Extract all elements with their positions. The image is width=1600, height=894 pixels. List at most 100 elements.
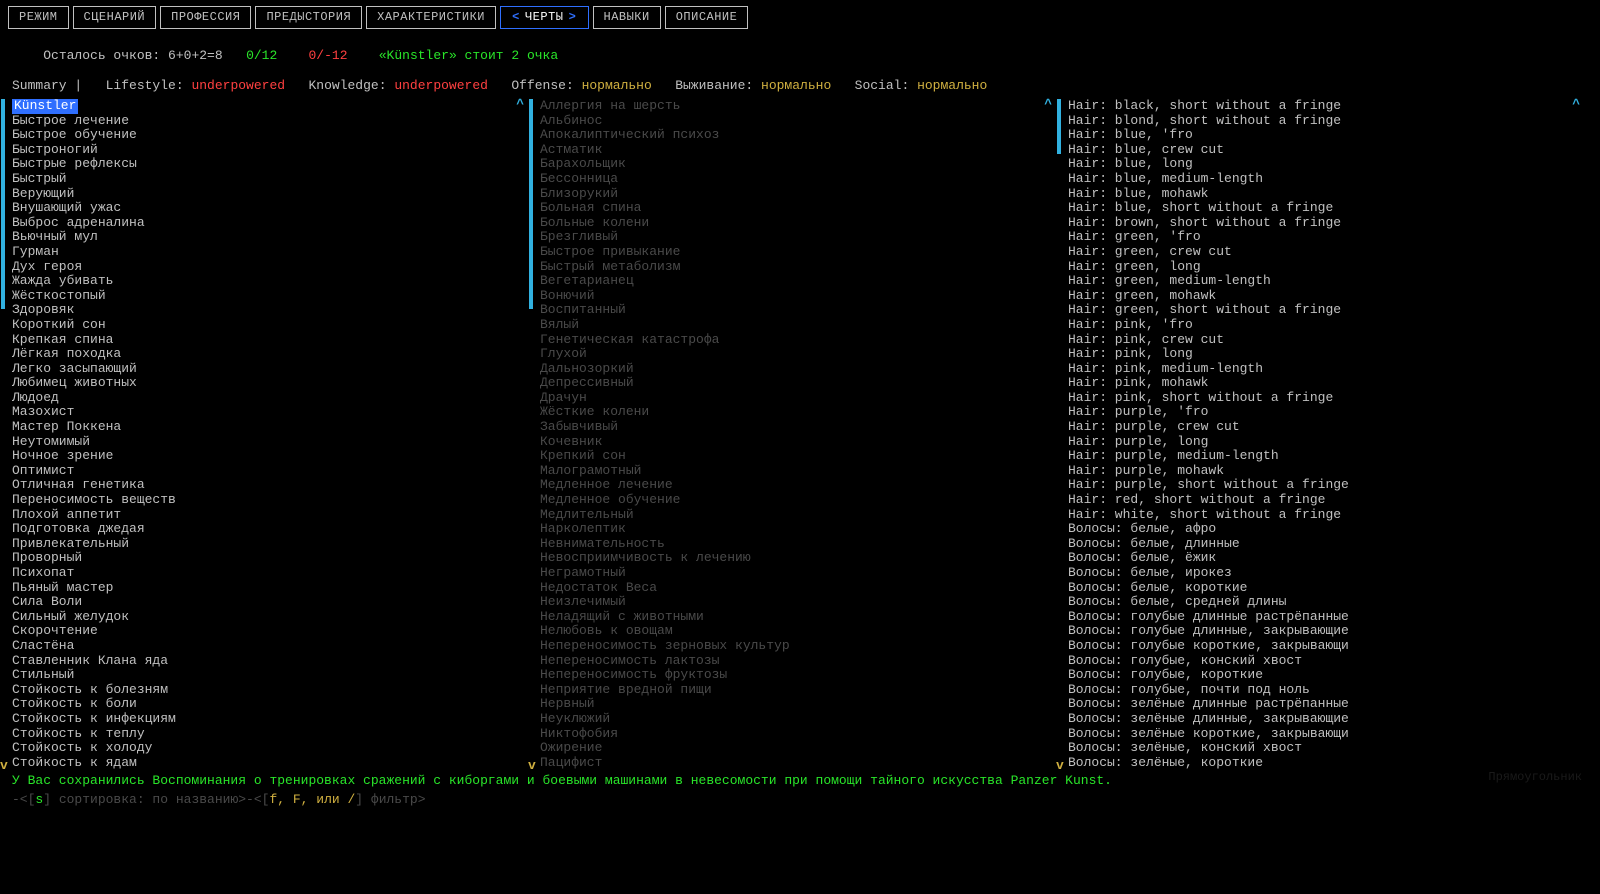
- list-item[interactable]: Hair: black, short without a fringe: [1068, 99, 1584, 114]
- scrollbar-positive[interactable]: [1, 99, 5, 771]
- list-item[interactable]: Künstler: [12, 99, 78, 114]
- list-item[interactable]: Бессонница: [540, 172, 1056, 187]
- list-item[interactable]: Быстрый метаболизм: [540, 260, 1056, 275]
- list-item[interactable]: Волосы: голубые длинные растрёпанные: [1068, 610, 1584, 625]
- tab-описание[interactable]: ОПИСАНИЕ: [665, 6, 749, 29]
- list-item[interactable]: Hair: pink, medium-length: [1068, 362, 1584, 377]
- scrollbar-cosmetic[interactable]: [1057, 99, 1061, 771]
- list-item[interactable]: Пьяный мастер: [12, 581, 528, 596]
- list-item[interactable]: Привлекательный: [12, 537, 528, 552]
- list-item[interactable]: Hair: blond, short without a fringe: [1068, 114, 1584, 129]
- list-item[interactable]: Ожирение: [540, 741, 1056, 756]
- list-item[interactable]: Сластёна: [12, 639, 528, 654]
- list-item[interactable]: Быстроногий: [12, 143, 528, 158]
- list-item[interactable]: Скорочтение: [12, 624, 528, 639]
- list-item[interactable]: Hair: brown, short without a fringe: [1068, 216, 1584, 231]
- list-item[interactable]: Дух героя: [12, 260, 528, 275]
- list-item[interactable]: Неизлечимый: [540, 595, 1056, 610]
- list-item[interactable]: Hair: pink, mohawk: [1068, 376, 1584, 391]
- list-item[interactable]: Глухой: [540, 347, 1056, 362]
- list-item[interactable]: Стойкость к боли: [12, 697, 528, 712]
- list-item[interactable]: Hair: blue, medium-length: [1068, 172, 1584, 187]
- list-item[interactable]: Hair: pink, crew cut: [1068, 333, 1584, 348]
- list-item[interactable]: Отличная генетика: [12, 478, 528, 493]
- list-item[interactable]: Невнимательность: [540, 537, 1056, 552]
- list-item[interactable]: Недостаток Веса: [540, 581, 1056, 596]
- tab-режим[interactable]: РЕЖИМ: [8, 6, 69, 29]
- list-item[interactable]: Волосы: зелёные короткие, закрывающи: [1068, 727, 1584, 742]
- list-item[interactable]: Неуклюжий: [540, 712, 1056, 727]
- list-item[interactable]: Hair: purple, 'fro: [1068, 405, 1584, 420]
- list-item[interactable]: Быстрое обучение: [12, 128, 528, 143]
- list-item[interactable]: Альбинос: [540, 114, 1056, 129]
- list-item[interactable]: Психопат: [12, 566, 528, 581]
- list-item[interactable]: Неграмотный: [540, 566, 1056, 581]
- scroll-down-icon[interactable]: v: [1056, 758, 1064, 773]
- list-item[interactable]: Hair: purple, crew cut: [1068, 420, 1584, 435]
- list-item[interactable]: Аллергия на шерсть: [540, 99, 1056, 114]
- list-item[interactable]: Неладящий с животными: [540, 610, 1056, 625]
- list-item[interactable]: Драчун: [540, 391, 1056, 406]
- list-item[interactable]: Волосы: зелёные длинные растрёпанные: [1068, 697, 1584, 712]
- list-item[interactable]: Hair: white, short without a fringe: [1068, 508, 1584, 523]
- tab-сценарий[interactable]: СЦЕНАРИЙ: [73, 6, 157, 29]
- list-item[interactable]: Волосы: белые, короткие: [1068, 581, 1584, 596]
- list-item[interactable]: Волосы: белые, длинные: [1068, 537, 1584, 552]
- list-item[interactable]: Волосы: зелёные, конский хвост: [1068, 741, 1584, 756]
- list-item[interactable]: Больная спина: [540, 201, 1056, 216]
- list-item[interactable]: Астматик: [540, 143, 1056, 158]
- list-item[interactable]: Стойкость к болезням: [12, 683, 528, 698]
- list-item[interactable]: Оптимист: [12, 464, 528, 479]
- list-item[interactable]: Верующий: [12, 187, 528, 202]
- list-item[interactable]: Hair: green, crew cut: [1068, 245, 1584, 260]
- list-item[interactable]: Больные колени: [540, 216, 1056, 231]
- scroll-up-icon[interactable]: ^: [516, 97, 524, 112]
- list-item[interactable]: Воспитанный: [540, 303, 1056, 318]
- list-item[interactable]: Малограмотный: [540, 464, 1056, 479]
- list-item[interactable]: Крепкая спина: [12, 333, 528, 348]
- list-item[interactable]: Hair: pink, long: [1068, 347, 1584, 362]
- list-item[interactable]: Hair: green, long: [1068, 260, 1584, 275]
- list-item[interactable]: Быстрый: [12, 172, 528, 187]
- list-item[interactable]: Hair: green, 'fro: [1068, 230, 1584, 245]
- list-item[interactable]: Близорукий: [540, 187, 1056, 202]
- list-item[interactable]: Стойкость к теплу: [12, 727, 528, 742]
- scroll-down-icon[interactable]: v: [528, 758, 536, 773]
- list-item[interactable]: Выброс адреналина: [12, 216, 528, 231]
- list-item[interactable]: Стойкость к инфекциям: [12, 712, 528, 727]
- list-item[interactable]: Hair: purple, long: [1068, 435, 1584, 450]
- list-item[interactable]: Hair: blue, short without a fringe: [1068, 201, 1584, 216]
- list-item[interactable]: Hair: pink, 'fro: [1068, 318, 1584, 333]
- list-item[interactable]: Волосы: белые, ирокез: [1068, 566, 1584, 581]
- list-item[interactable]: Лёгкая походка: [12, 347, 528, 362]
- list-item[interactable]: Кочевник: [540, 435, 1056, 450]
- list-item[interactable]: Любимец животных: [12, 376, 528, 391]
- chevron-right-icon[interactable]: >: [568, 10, 578, 24]
- list-item[interactable]: Сила Воли: [12, 595, 528, 610]
- list-item[interactable]: Крепкий сон: [540, 449, 1056, 464]
- list-item[interactable]: Дальнозоркий: [540, 362, 1056, 377]
- list-item[interactable]: Генетическая катастрофа: [540, 333, 1056, 348]
- list-item[interactable]: Подготовка джедая: [12, 522, 528, 537]
- list-item[interactable]: Ночное зрение: [12, 449, 528, 464]
- list-item[interactable]: Медлительный: [540, 508, 1056, 523]
- list-item[interactable]: Неприятие вредной пищи: [540, 683, 1056, 698]
- tab-предыстория[interactable]: ПРЕДЫСТОРИЯ: [255, 6, 362, 29]
- list-item[interactable]: Hair: green, medium-length: [1068, 274, 1584, 289]
- list-item[interactable]: Hair: red, short without a fringe: [1068, 493, 1584, 508]
- tab-характеристики[interactable]: ХАРАКТЕРИСТИКИ: [366, 6, 496, 29]
- list-item[interactable]: Гурман: [12, 245, 528, 260]
- list-item[interactable]: Волосы: зелёные, короткие: [1068, 756, 1584, 771]
- list-item[interactable]: Вялый: [540, 318, 1056, 333]
- list-item[interactable]: Быстрое привыкание: [540, 245, 1056, 260]
- list-item[interactable]: Hair: green, mohawk: [1068, 289, 1584, 304]
- tab-профессия[interactable]: ПРОФЕССИЯ: [160, 6, 251, 29]
- list-item[interactable]: Медленное лечение: [540, 478, 1056, 493]
- list-item[interactable]: Непереносимость зерновых культур: [540, 639, 1056, 654]
- list-item[interactable]: Вьючный мул: [12, 230, 528, 245]
- list-item[interactable]: Волосы: голубые, конский хвост: [1068, 654, 1584, 669]
- list-item[interactable]: Быстрое лечение: [12, 114, 528, 129]
- scroll-up-icon[interactable]: ^: [1044, 97, 1052, 112]
- tab-черты[interactable]: <ЧЕРТЫ>: [500, 6, 589, 29]
- list-item[interactable]: Легко засыпающий: [12, 362, 528, 377]
